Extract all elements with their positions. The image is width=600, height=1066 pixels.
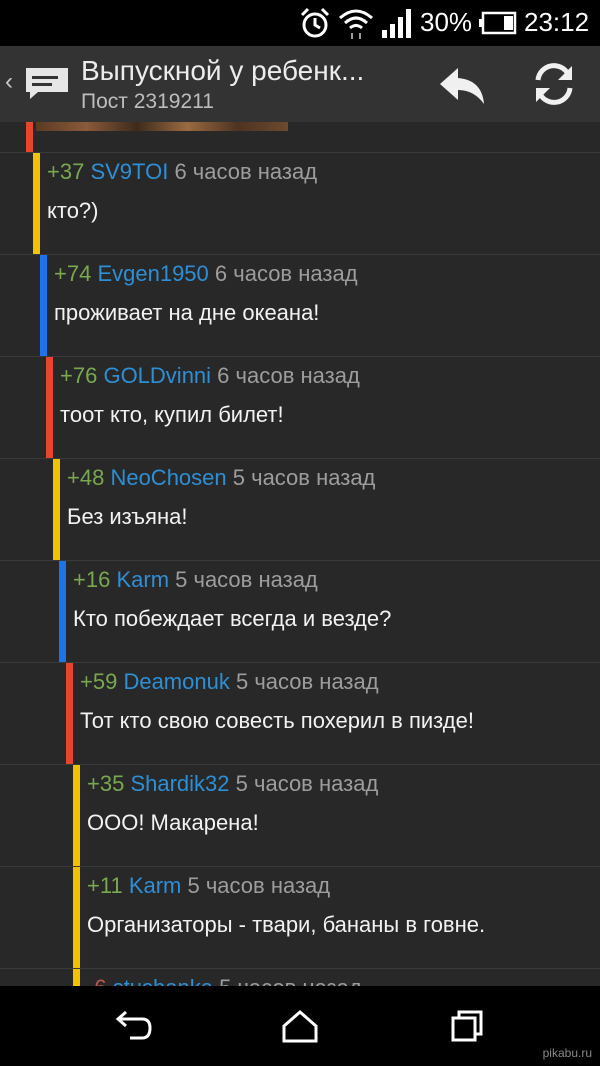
comment[interactable]: +59 Deamonuk 5 часов назад Тот кто свою …	[0, 663, 600, 764]
comment-meta: +35 Shardik32 5 часов назад	[87, 771, 378, 797]
comment-author[interactable]: stushanka	[113, 975, 213, 986]
comment[interactable]: +37 SV9TOI 6 часов назад кто?)	[0, 153, 600, 254]
comment[interactable]: +74 Evgen1950 6 часов назад проживает на…	[0, 255, 600, 356]
wifi-icon	[339, 9, 373, 39]
status-bar: 30% 23:12	[0, 0, 600, 46]
comment-time: 5 часов назад	[235, 669, 379, 694]
app-menu-icon[interactable]	[22, 64, 72, 102]
comment[interactable]: +16 Karm 5 часов назад Кто побеждает все…	[0, 561, 600, 662]
comment-meta: +59 Deamonuk 5 часов назад	[80, 669, 379, 695]
comment-score: +16	[73, 567, 111, 592]
comment-text: Кто побеждает всегда и везде?	[73, 606, 392, 631]
comment-time: 6 часов назад	[217, 363, 360, 388]
comment-time: 5 часов назад	[219, 975, 362, 986]
comment-author[interactable]: Karm	[129, 873, 182, 898]
comment-meta: +11 Karm 5 часов назад	[87, 873, 330, 899]
comment-author[interactable]: Karm	[116, 567, 169, 592]
comment-time: 6 часов назад	[214, 261, 358, 286]
back-chevron-icon[interactable]: ‹	[5, 68, 13, 96]
comment-score: +35	[87, 771, 125, 796]
comment[interactable]: +48 NeoChosen 5 часов назад Без изъяна!	[0, 459, 600, 560]
comment-author[interactable]: GOLDvinni	[103, 363, 211, 388]
thread-depth-bar	[73, 765, 80, 866]
nav-home-icon[interactable]	[280, 1008, 320, 1044]
nav-recents-icon[interactable]	[447, 1008, 487, 1044]
nav-back-icon[interactable]	[114, 1008, 154, 1044]
comment[interactable]: +35 Shardik32 5 часов назад ООО! Макарен…	[0, 765, 600, 866]
comment-meta: +16 Karm 5 часов назад	[73, 567, 318, 593]
comment-author[interactable]: Deamonuk	[123, 669, 229, 694]
comment-time: 5 часов назад	[232, 465, 376, 490]
signal-icon	[382, 9, 411, 38]
battery-icon	[479, 11, 517, 35]
thread-depth-bar	[46, 357, 53, 458]
comment-meta: +76 GOLDvinni 6 часов назад	[60, 363, 360, 389]
comment-author[interactable]: Shardik32	[130, 771, 229, 796]
thread-depth-bar	[73, 969, 80, 986]
comment[interactable]: -6 stushanka 5 часов назад	[0, 969, 600, 986]
comment-time: 5 часов назад	[175, 567, 318, 592]
alarm-icon	[300, 7, 330, 38]
comment-meta: -6 stushanka 5 часов назад	[87, 975, 362, 986]
comment-score: +59	[80, 669, 118, 694]
comment-text: Тот кто свою совесть похерил в пизде!	[80, 708, 474, 733]
post-number: Пост 2319211	[81, 90, 214, 113]
comment[interactable]: +11 Karm 5 часов назад Организаторы - тв…	[0, 867, 600, 968]
thread-depth-bar	[40, 255, 47, 356]
comment-text: Организаторы - твари, бананы в говне.	[87, 912, 486, 937]
comment-text: тоот кто, купил билет!	[60, 402, 284, 427]
comment-text: Без изъяна!	[67, 504, 188, 529]
comment-score: +76	[60, 363, 98, 388]
comment-text: кто?)	[47, 198, 99, 223]
comment-image-thumbnail[interactable]	[36, 122, 288, 131]
thread-depth-bar	[73, 867, 80, 968]
refresh-icon[interactable]	[528, 58, 580, 110]
comment-meta: +48 NeoChosen 5 часов назад	[67, 465, 375, 491]
comment-author[interactable]: SV9TOI	[90, 159, 168, 184]
comment-score: +48	[67, 465, 105, 490]
comment-text: ООО! Макарена!	[87, 810, 259, 835]
thread-depth-bar	[33, 153, 40, 254]
comment-author[interactable]: NeoChosen	[110, 465, 226, 490]
thread-depth-bar	[53, 459, 60, 560]
comment-meta: +37 SV9TOI 6 часов назад	[47, 159, 317, 185]
comment-list[interactable]: +37 SV9TOI 6 часов назад кто?) +74 Evgen…	[0, 122, 600, 986]
comment-time: 6 часов назад	[174, 159, 318, 184]
parent-comment-stub[interactable]	[0, 122, 600, 152]
thread-depth-bar	[66, 663, 73, 764]
page-title: Выпускной у ребенк...	[81, 55, 365, 86]
comment[interactable]: +76 GOLDvinni 6 часов назад тоот кто, ку…	[0, 357, 600, 458]
comment-meta: +74 Evgen1950 6 часов назад	[54, 261, 358, 287]
thread-depth-bar	[26, 122, 33, 152]
comment-score: +74	[54, 261, 92, 286]
clock: 23:12	[524, 7, 590, 37]
battery-percent: 30%	[420, 7, 473, 37]
reply-icon[interactable]	[436, 60, 488, 108]
system-nav-bar: pikabu.ru	[0, 986, 600, 1066]
comment-text: проживает на дне океана!	[54, 300, 320, 325]
thread-depth-bar	[59, 561, 66, 662]
comment-score: +37	[47, 159, 85, 184]
comment-time: 5 часов назад	[187, 873, 331, 898]
watermark: pikabu.ru	[542, 1046, 592, 1060]
comment-time: 5 часов назад	[235, 771, 379, 796]
action-bar: ‹ Выпускной у ребенк... Пост 2319211	[0, 46, 600, 122]
comment-score: -6	[87, 975, 107, 986]
comment-author[interactable]: Evgen1950	[97, 261, 208, 286]
comment-score: +11	[87, 873, 123, 898]
